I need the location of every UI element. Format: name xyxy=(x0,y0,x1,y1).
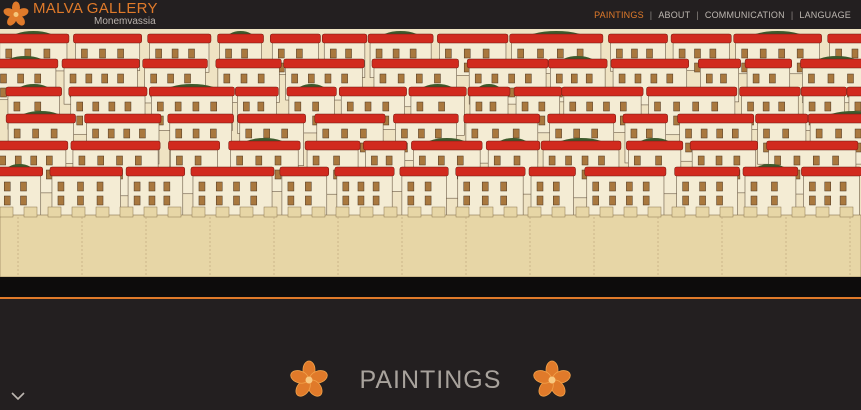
top-bar: MALVA GALLERY Monemvassia PAINTINGS | AB… xyxy=(0,0,861,29)
section-title: PAINTINGS xyxy=(359,365,502,394)
nav-separator: | xyxy=(696,10,699,20)
flower-icon xyxy=(290,360,328,397)
chevron-down-icon[interactable] xyxy=(10,390,26,402)
malva-flower-icon[interactable] xyxy=(2,1,30,28)
brand-name[interactable]: MALVA GALLERY xyxy=(33,1,158,17)
flower-icon xyxy=(533,360,571,397)
village-painting-image xyxy=(0,29,861,277)
nav-separator: | xyxy=(790,10,794,20)
nav-item-paintings[interactable]: PAINTINGS xyxy=(594,10,644,20)
nav-separator: | xyxy=(649,10,653,20)
nav-item-about[interactable]: ABOUT xyxy=(658,10,690,20)
section-heading: PAINTINGS xyxy=(0,360,861,400)
nav-item-communication[interactable]: COMMUNICATION xyxy=(705,10,785,20)
main-nav: PAINTINGS | ABOUT | COMMUNICATION | LANG… xyxy=(594,10,851,20)
nav-item-language[interactable]: LANGUAGE xyxy=(799,10,851,20)
hero-painting xyxy=(0,29,861,277)
brand-subtitle: Monemvassia xyxy=(94,16,156,27)
dark-band xyxy=(0,277,861,297)
accent-divider xyxy=(0,297,861,299)
